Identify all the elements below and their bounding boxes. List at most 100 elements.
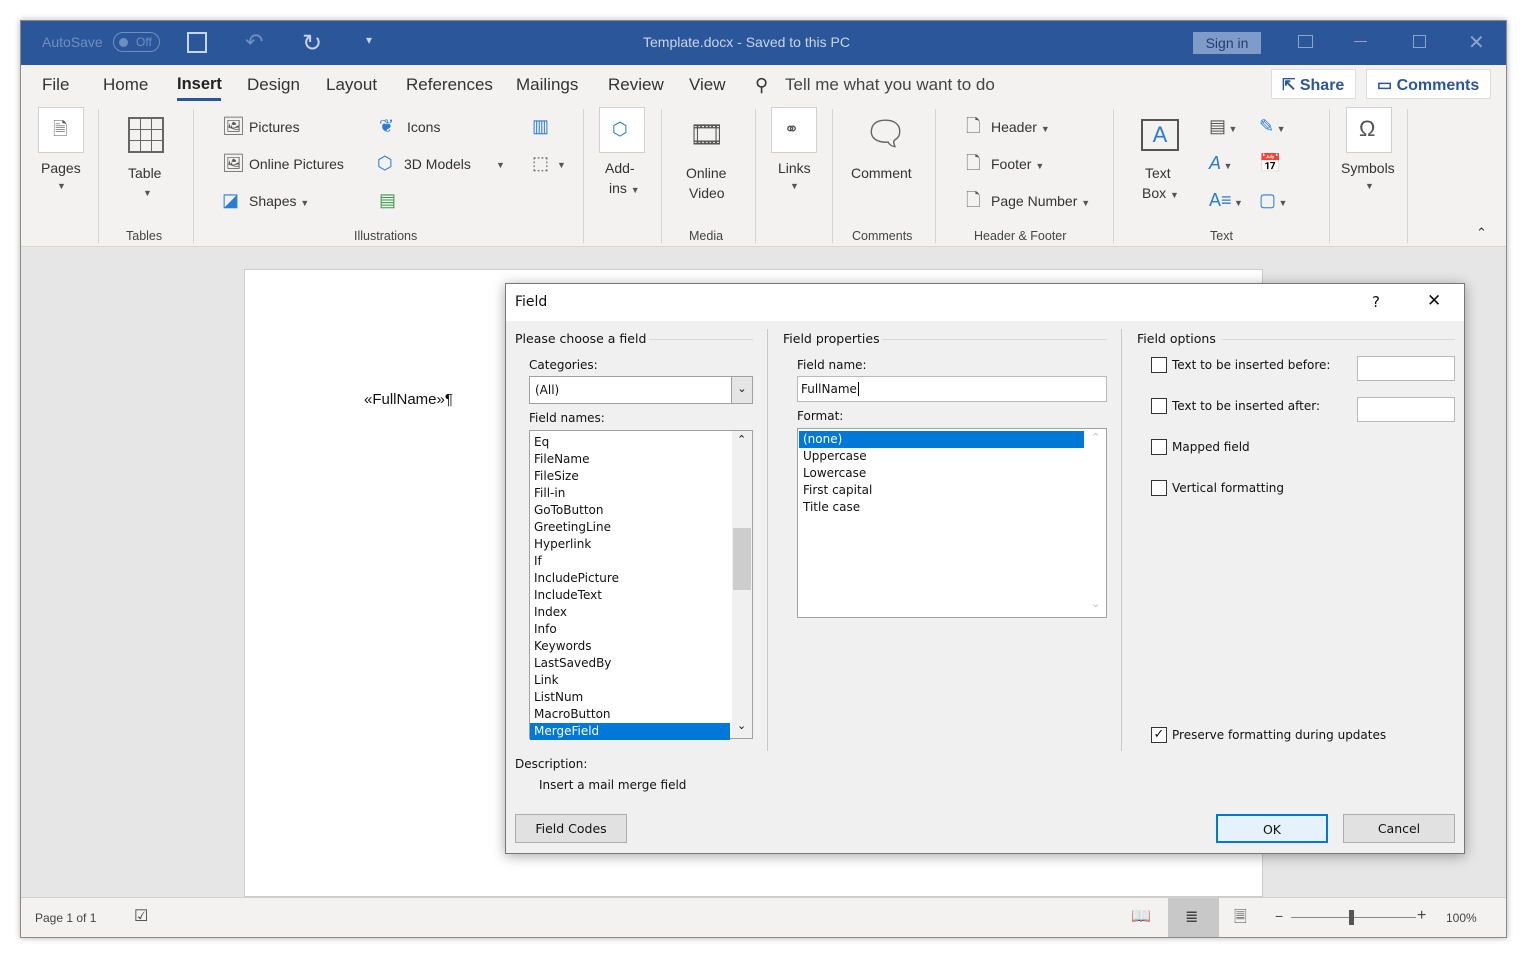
online-video-icon[interactable]: 🎞 (689, 121, 725, 149)
field-name-item[interactable]: If (530, 553, 730, 570)
sign-in-button[interactable]: Sign in (1193, 32, 1261, 54)
text-box-icon[interactable]: A (1141, 119, 1179, 151)
scrollbar-thumb[interactable] (733, 528, 751, 590)
pictures-button[interactable]: Pictures (249, 119, 300, 135)
symbol-icon[interactable]: Ω (1346, 107, 1392, 153)
close-icon[interactable]: ✕ (1468, 30, 1485, 55)
field-name-item[interactable]: GreetingLine (530, 519, 730, 536)
drop-cap-icon[interactable]: A≡ ▼ (1209, 191, 1243, 209)
customize-qat-icon[interactable]: ▾ (366, 33, 372, 47)
pages-icon[interactable]: 🗎 (38, 107, 84, 153)
3d-models-button[interactable]: 3D Models (404, 156, 471, 172)
symbols-button[interactable]: Symbols (1341, 160, 1395, 176)
field-names-scrollbar[interactable]: ⌃ ⌄ (732, 431, 752, 738)
screenshot-icon[interactable]: ⬚ (532, 154, 549, 172)
shapes-button[interactable]: Shapes ▼ (249, 193, 309, 209)
mapped-field-checkbox[interactable] (1151, 439, 1167, 455)
field-name-item[interactable]: Link (530, 672, 730, 689)
field-name-item[interactable]: Fill-in (530, 485, 730, 502)
tab-layout[interactable]: Layout (326, 75, 377, 95)
table-icon[interactable] (128, 117, 164, 153)
zoom-level[interactable]: 100% (1446, 911, 1477, 925)
add-ins-button[interactable]: Add- (605, 160, 635, 176)
vertical-formatting-checkbox[interactable] (1151, 480, 1167, 496)
help-button[interactable]: ? (1372, 293, 1380, 311)
field-codes-button[interactable]: Field Codes (515, 814, 627, 843)
field-name-item[interactable]: MergeField (530, 723, 730, 740)
merge-field-text[interactable]: «FullName»¶ (364, 391, 453, 408)
object-icon[interactable]: ▢ ▼ (1259, 191, 1287, 209)
field-name-item[interactable]: Index (530, 604, 730, 621)
proofing-icon[interactable]: ☑ (134, 906, 148, 926)
signature-line-icon[interactable]: ✎ ▼ (1259, 117, 1286, 135)
field-name-item[interactable]: IncludePicture (530, 570, 730, 587)
format-list[interactable]: (none) Uppercase Lowercase First capital Tit… (797, 428, 1107, 618)
smartart-icon[interactable]: ▤ (379, 191, 396, 209)
redo-icon[interactable]: ↻ (302, 29, 322, 58)
field-name-item[interactable]: IncludeText (530, 587, 730, 604)
text-after-input[interactable] (1357, 397, 1455, 422)
field-name-item[interactable]: Info (530, 621, 730, 638)
quick-parts-icon[interactable]: ▤ ▼ (1209, 117, 1237, 135)
undo-icon[interactable]: ↶ (245, 29, 263, 55)
add-ins-icon[interactable]: ⬡ (599, 107, 645, 153)
text-before-checkbox[interactable] (1151, 357, 1167, 373)
field-name-item[interactable]: Keywords (530, 638, 730, 655)
field-name-item[interactable]: FileName (530, 451, 730, 468)
field-name-item[interactable]: Hyperlink (530, 536, 730, 553)
save-icon[interactable] (187, 32, 207, 53)
preserve-formatting-checkbox[interactable]: ✓ (1151, 727, 1167, 743)
cancel-button[interactable]: Cancel (1343, 814, 1455, 843)
web-layout-icon[interactable]: 🗏 (1234, 906, 1247, 933)
tab-references[interactable]: References (406, 75, 493, 95)
comments-button[interactable]: ▭ Comments (1366, 69, 1491, 99)
field-name-item[interactable]: MacroButton (530, 706, 730, 723)
tab-view[interactable]: View (689, 75, 726, 95)
format-item[interactable]: Lowercase (799, 465, 1084, 482)
format-item[interactable]: First capital (799, 482, 1084, 499)
table-button[interactable]: Table (128, 165, 161, 181)
ok-button[interactable]: OK (1216, 814, 1328, 843)
format-item[interactable]: Uppercase (799, 448, 1084, 465)
format-item[interactable]: (none) (799, 431, 1084, 448)
wordart-icon[interactable]: A ▼ (1209, 154, 1232, 172)
zoom-in-button[interactable]: + (1417, 907, 1426, 925)
tell-me-input[interactable]: Tell me what you want to do (785, 75, 995, 95)
tab-design[interactable]: Design (247, 75, 300, 95)
header-button[interactable]: Header ▼ (991, 119, 1050, 135)
new-comment-icon[interactable]: 🗨 (864, 117, 907, 151)
scroll-down-icon[interactable]: ⌄ (737, 719, 746, 732)
links-button[interactable]: Links (778, 160, 811, 176)
chevron-down-icon[interactable]: ⌄ (731, 377, 752, 403)
pages-button[interactable]: Pages (41, 160, 81, 176)
zoom-slider-thumb[interactable] (1349, 910, 1354, 925)
format-scrollbar[interactable]: ⌃ ⌄ (1086, 429, 1106, 617)
date-time-icon[interactable]: 📅 (1259, 154, 1281, 172)
share-button[interactable]: ⇱ Share (1271, 69, 1356, 99)
online-pictures-button[interactable]: Online Pictures (249, 156, 344, 172)
tab-review[interactable]: Review (608, 75, 664, 95)
tab-file[interactable]: File (42, 75, 69, 95)
text-after-checkbox[interactable] (1151, 398, 1167, 414)
online-video-button[interactable]: Online (686, 165, 726, 181)
field-name-item[interactable]: GoToButton (530, 502, 730, 519)
chevron-down-icon[interactable]: ▼ (496, 160, 505, 170)
ribbon-display-icon[interactable] (1298, 35, 1313, 48)
text-box-button[interactable]: Text (1145, 165, 1171, 181)
chart-icon[interactable]: ▥ (532, 117, 549, 135)
text-before-input[interactable] (1357, 356, 1455, 381)
field-name-item[interactable]: FileSize (530, 468, 730, 485)
tab-home[interactable]: Home (103, 75, 148, 95)
field-names-list[interactable]: Eq FileName FileSize Fill-in GoToButton Greet… (529, 430, 753, 740)
print-layout-button[interactable]: ≣ (1168, 898, 1219, 937)
read-mode-icon[interactable]: 📖 (1131, 906, 1151, 926)
page-count[interactable]: Page 1 of 1 (35, 911, 96, 925)
minimize-icon[interactable] (1354, 41, 1367, 42)
field-name-input[interactable]: FullName (797, 376, 1107, 402)
categories-select[interactable]: (All) ⌄ (529, 376, 753, 404)
format-item[interactable]: Title case (799, 499, 1084, 516)
zoom-out-button[interactable]: − (1275, 908, 1283, 924)
field-name-item[interactable]: Eq (530, 434, 730, 451)
field-name-item[interactable]: ListNum (530, 689, 730, 706)
maximize-icon[interactable] (1413, 35, 1426, 48)
